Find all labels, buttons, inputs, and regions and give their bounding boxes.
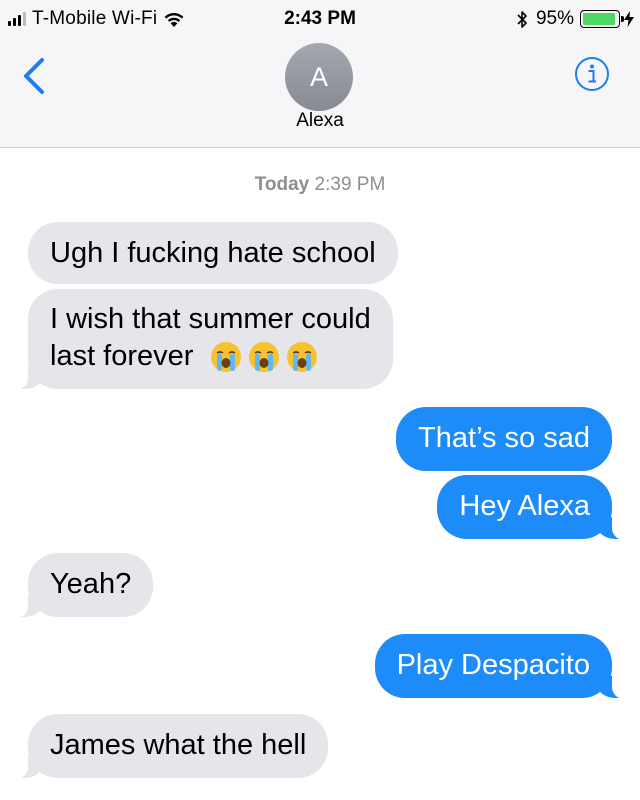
info-circle-icon	[575, 57, 609, 91]
message-bubble-incoming[interactable]: I wish that summer could last forever	[14, 289, 393, 390]
message-bubble-outgoing[interactable]: Play Despacito	[374, 634, 627, 699]
thread-timestamp: Today 2:39 PM	[0, 174, 640, 196]
charging-bolt-icon	[624, 11, 634, 27]
crying-face-emoji	[248, 342, 279, 373]
battery-percent: 95%	[535, 8, 574, 29]
battery-fill	[583, 13, 616, 25]
message-bubble-incoming[interactable]: James what the hell	[13, 714, 329, 779]
message-text: Hey Alexa	[459, 490, 590, 522]
status-bar: T-Mobile Wi-Fi 2:43 PM 95%	[0, 0, 640, 38]
bluetooth-icon	[517, 10, 527, 28]
message-text-continuation: last forever	[50, 340, 194, 372]
message-text: James what the hell	[50, 729, 307, 761]
message-text: That’s so sad	[418, 422, 590, 454]
battery-icon	[580, 10, 624, 28]
battery-cap	[621, 16, 624, 22]
message-bubble-incoming[interactable]: Ugh I fucking hate school	[28, 222, 398, 284]
conversation-header: T-Mobile Wi-Fi 2:43 PM 95% A Alexa	[0, 0, 640, 148]
message-bubble-outgoing[interactable]: Hey Alexa	[437, 475, 626, 540]
emoji-group	[210, 341, 318, 373]
timestamp-time: 2:39 PM	[314, 174, 386, 195]
message-bubble-incoming[interactable]: Yeah?	[13, 553, 154, 618]
message-text: Ugh I fucking hate school	[50, 237, 376, 269]
crying-face-emoji	[210, 342, 241, 373]
message-text: Play Despacito	[396, 649, 590, 681]
status-right: 95%	[516, 8, 634, 30]
info-button[interactable]	[574, 56, 610, 92]
message-text: I wish that summer could	[50, 303, 371, 335]
avatar-initial: A	[309, 61, 328, 92]
chevron-left-icon	[24, 58, 44, 94]
message-bubble-outgoing[interactable]: That’s so sad	[396, 407, 612, 471]
message-text: Yeah?	[50, 568, 132, 600]
back-button[interactable]	[18, 56, 52, 96]
message-text-line2: last forever	[50, 338, 371, 375]
contact-name[interactable]: Alexa	[0, 110, 640, 132]
timestamp-day: Today	[254, 174, 310, 195]
contact-avatar[interactable]: A	[285, 43, 353, 111]
crying-face-emoji	[286, 342, 317, 373]
